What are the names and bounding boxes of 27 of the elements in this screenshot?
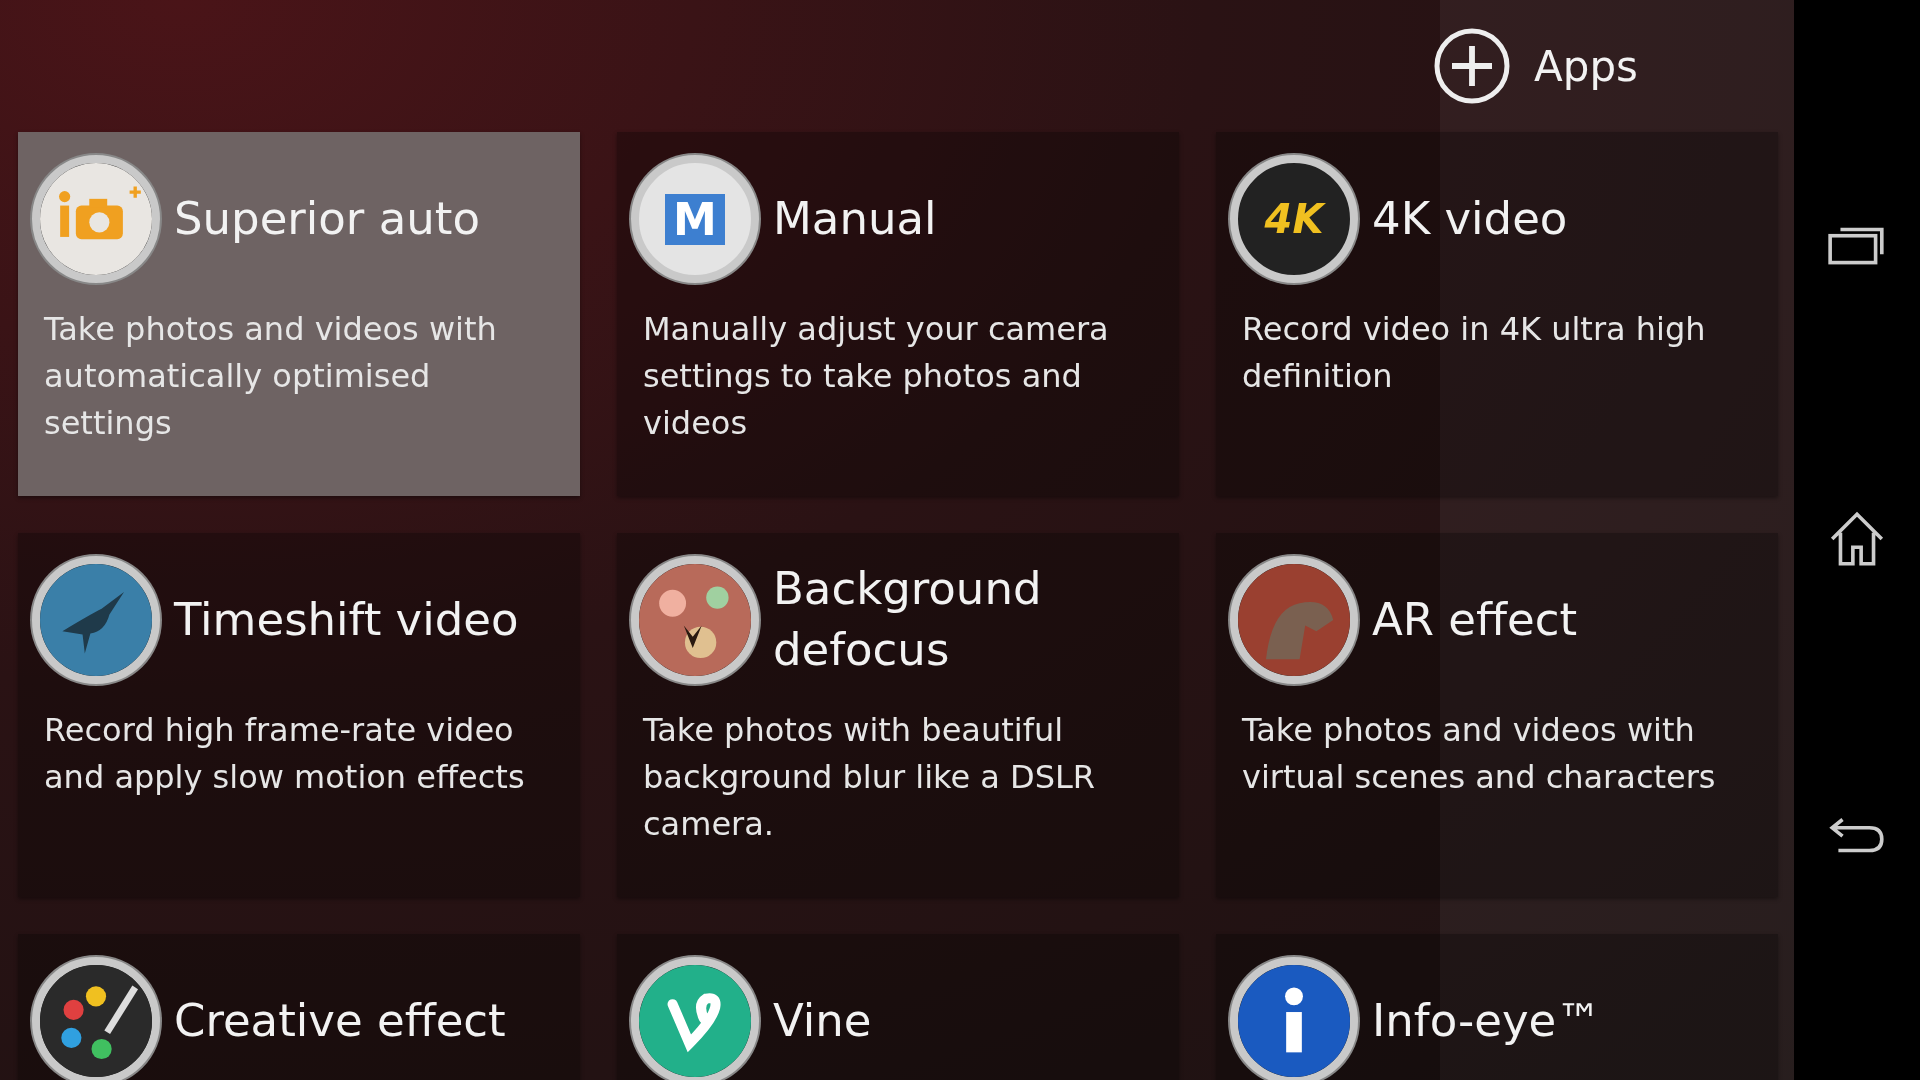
mode-card[interactable]: M Manual Manually adjust your camera settings to take photos and videos xyxy=(617,132,1179,496)
mode-card[interactable]: Info-eye™ xyxy=(1216,934,1778,1080)
mode-description: Take photos and videos with virtual scenes and characters xyxy=(1242,710,1717,798)
mode-title: Info-eye™ xyxy=(1372,992,1602,1049)
mode-card[interactable]: Vine xyxy=(617,934,1179,1080)
apps-button[interactable]: Apps xyxy=(1424,22,1646,110)
mode-description: Record video in 4K ultra high definition xyxy=(1242,309,1707,397)
mode-title: 4K video xyxy=(1372,190,1568,247)
mode-title: Background defocus xyxy=(773,561,1043,678)
mode-card[interactable]: Creative effect xyxy=(18,934,580,1080)
mode-title: Superior auto xyxy=(174,190,480,247)
mode-description: Take photos with beautiful background blur like a DSLR camera. xyxy=(643,710,1097,845)
mode-title: AR effect xyxy=(1372,591,1578,648)
mode-card[interactable]: Timeshift video Record high frame-rate video and apply slow motion effects xyxy=(18,533,580,897)
mode-card[interactable]: 4K 4K video Record video in 4K ultra high definition xyxy=(1216,132,1778,496)
mode-description: Take photos and videos with automatically optimised settings xyxy=(44,309,498,444)
mode-title: Vine xyxy=(773,992,872,1049)
mode-card[interactable]: AR effect Take photos and videos with virtual scenes and characters xyxy=(1216,533,1778,897)
letter-icon: M xyxy=(631,155,759,283)
mode-description: Record high frame-rate video and apply slow motion effects xyxy=(44,710,526,798)
letter-icon: 4K xyxy=(1230,155,1358,283)
mode-card[interactable]: Background defocus Take photos with beautiful background blur like a DSLR camera. xyxy=(617,533,1179,897)
mode-description: Manually adjust your camera settings to take photos and videos xyxy=(643,309,1110,444)
mode-title: Manual xyxy=(773,190,937,247)
mode-title: Timeshift video xyxy=(174,591,519,648)
mode-title: Creative effect xyxy=(174,992,506,1049)
mode-card[interactable]: Superior auto Take photos and videos with automatically optimised settings xyxy=(18,132,580,496)
